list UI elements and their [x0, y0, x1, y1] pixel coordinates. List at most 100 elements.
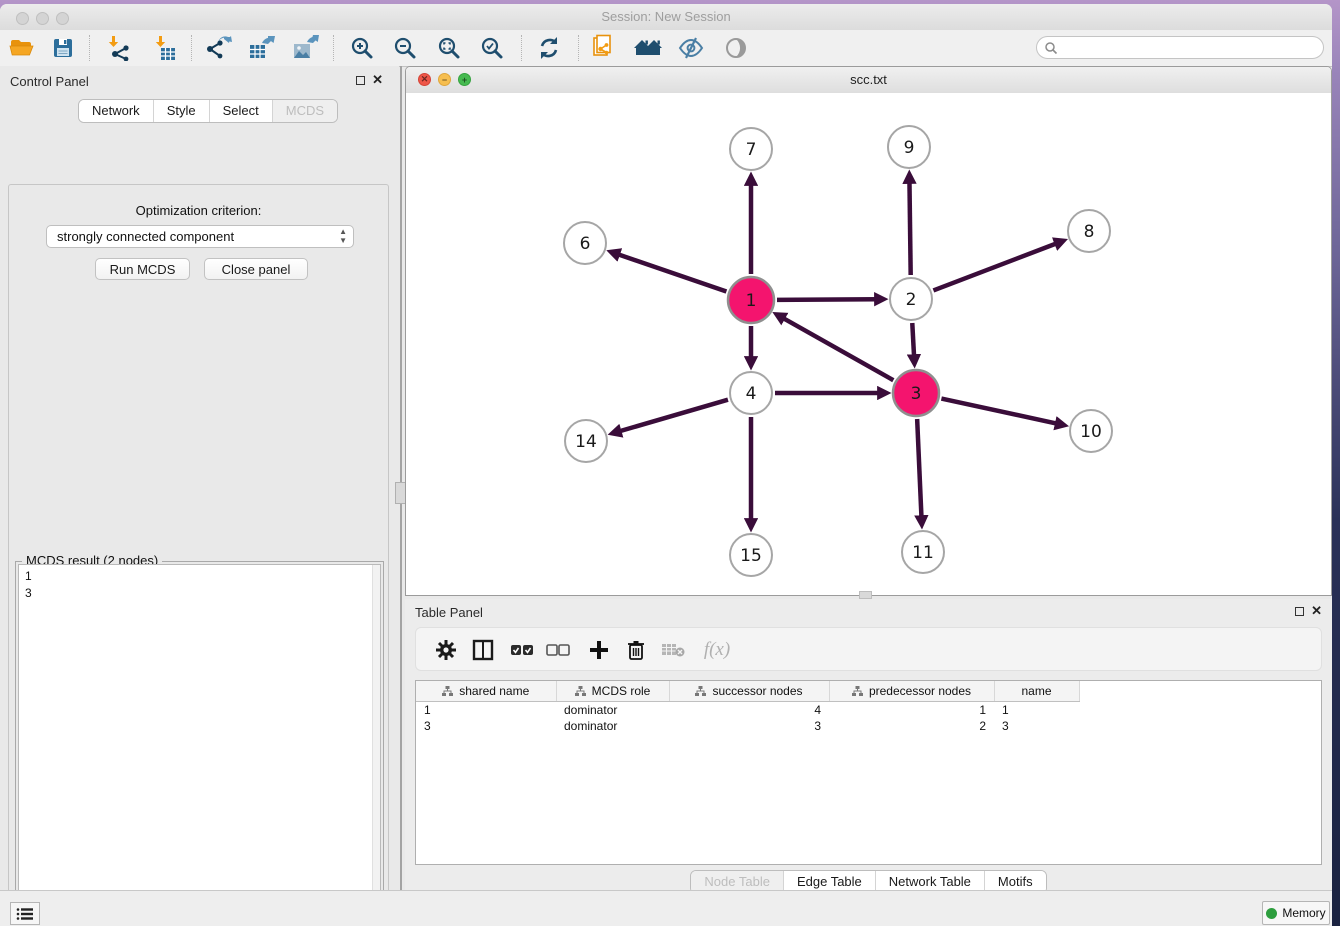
graph-node-1[interactable]: 1	[728, 277, 774, 323]
float-table-panel-icon[interactable]	[1295, 607, 1304, 616]
graph-edge-3-10[interactable]	[941, 399, 1057, 424]
gear-icon[interactable]	[432, 636, 460, 664]
table-cell[interactable]: 1	[416, 702, 556, 719]
export-image-icon[interactable]	[290, 34, 320, 62]
column-header-successor-nodes[interactable]: successor nodes	[669, 681, 829, 702]
float-panel-icon[interactable]	[356, 76, 365, 85]
graph-edge-1-6[interactable]	[617, 254, 726, 292]
graph-edge-2-9[interactable]	[909, 181, 910, 275]
network-from-file-icon[interactable]	[590, 34, 620, 62]
vertical-splitter[interactable]	[400, 66, 402, 890]
run-mcds-button[interactable]: Run MCDS	[95, 258, 190, 280]
zoom-out-icon[interactable]	[390, 34, 420, 62]
main-toolbar	[0, 30, 1332, 67]
graph-node-15[interactable]: 15	[730, 534, 772, 576]
graph-node-label: 2	[906, 290, 917, 310]
graph-edge-2-3[interactable]	[912, 323, 914, 357]
main-title-bar: Session: New Session	[0, 4, 1332, 31]
table-cell[interactable]: 3	[669, 718, 829, 734]
function-builder-icon: f(x)	[697, 636, 737, 664]
result-scrollbar[interactable]	[372, 565, 380, 926]
memory-button[interactable]: Memory	[1262, 901, 1330, 925]
mcds-tab-content: Optimization criterion: strongly connect…	[8, 184, 389, 926]
graph-edge-3-11[interactable]	[917, 419, 921, 518]
select-all-icon[interactable]	[508, 636, 536, 664]
table-cell[interactable]: dominator	[556, 718, 669, 734]
graph-edge-4-14[interactable]	[619, 400, 728, 432]
network-canvas[interactable]: 7 9 6 8 1 2 4 3 14 10 15 11	[406, 93, 1331, 595]
table-cell[interactable]: 3	[994, 718, 1079, 734]
table-cell[interactable]: 2	[829, 718, 994, 734]
memory-status-icon	[1266, 908, 1277, 919]
table-cell[interactable]: 1	[829, 702, 994, 719]
table-toolbar: f(x)	[415, 627, 1322, 671]
export-network-icon[interactable]	[203, 34, 233, 62]
horizontal-splitter-handle[interactable]	[859, 591, 872, 599]
graph-node-3[interactable]: 3	[893, 370, 939, 416]
add-row-icon[interactable]	[585, 636, 613, 664]
app-window: Session: New Session	[0, 4, 1332, 926]
show-graphics-details-icon[interactable]	[721, 34, 751, 62]
column-header-predecessor-nodes[interactable]: predecessor nodes	[829, 681, 994, 702]
tab-mcds[interactable]: MCDS	[272, 100, 337, 122]
close-panel-icon[interactable]: ✕	[372, 75, 383, 85]
network-graph[interactable]: 7 9 6 8 1 2 4 3 14 10 15 11	[406, 93, 1331, 595]
optimization-criterion-value: strongly connected component	[57, 229, 234, 244]
graph-node-label: 1	[746, 291, 757, 311]
graph-node-10[interactable]: 10	[1070, 410, 1112, 452]
tab-network[interactable]: Network	[79, 100, 153, 122]
import-table-icon[interactable]	[150, 34, 180, 62]
close-panel-button[interactable]: Close panel	[204, 258, 308, 280]
zoom-fit-icon[interactable]	[434, 34, 464, 62]
graph-edge-1-2[interactable]	[777, 299, 877, 300]
export-table-icon[interactable]	[246, 34, 276, 62]
columns-icon[interactable]	[469, 636, 497, 664]
graph-node-4[interactable]: 4	[730, 372, 772, 414]
table-row[interactable]: 1dominator411	[416, 702, 1079, 719]
table-cell[interactable]: 3	[416, 718, 556, 734]
close-table-panel-icon[interactable]: ✕	[1311, 606, 1322, 616]
save-session-icon[interactable]	[48, 34, 78, 62]
graph-node-8[interactable]: 8	[1068, 210, 1110, 252]
optimization-criterion-label: Optimization criterion:	[9, 203, 388, 218]
hierarchy-icon	[575, 686, 586, 696]
mcds-result-text[interactable]: 1 3	[18, 564, 381, 926]
graph-node-label: 9	[904, 138, 915, 158]
column-header-name[interactable]: name	[994, 681, 1079, 702]
graph-node-7[interactable]: 7	[730, 128, 772, 170]
graph-node-6[interactable]: 6	[564, 222, 606, 264]
open-session-icon[interactable]	[7, 34, 37, 62]
optimization-criterion-select[interactable]: strongly connected component ▲▼	[46, 225, 354, 248]
graph-node-14[interactable]: 14	[565, 420, 607, 462]
home-icon[interactable]	[633, 34, 663, 62]
refresh-view-icon[interactable]	[534, 34, 564, 62]
delete-row-icon[interactable]	[622, 636, 650, 664]
unselect-all-icon[interactable]	[544, 636, 572, 664]
graph-node-label: 4	[746, 384, 757, 404]
table-panel: Table Panel ✕	[405, 599, 1332, 894]
table-cell[interactable]: 4	[669, 702, 829, 719]
column-header-shared-name[interactable]: shared name	[416, 681, 556, 702]
search-input[interactable]	[1036, 36, 1324, 59]
graph-node-9[interactable]: 9	[888, 126, 930, 168]
tab-style[interactable]: Style	[153, 100, 209, 122]
tab-select[interactable]: Select	[209, 100, 272, 122]
column-header-mcds-role[interactable]: MCDS role	[556, 681, 669, 702]
graph-node-2[interactable]: 2	[890, 278, 932, 320]
zoom-in-icon[interactable]	[347, 34, 377, 62]
graph-node-11[interactable]: 11	[902, 531, 944, 573]
table-cell[interactable]: 1	[994, 702, 1079, 719]
task-history-button[interactable]	[10, 902, 40, 925]
table-cell[interactable]: dominator	[556, 702, 669, 719]
table-row[interactable]: 3dominator323	[416, 718, 1079, 734]
zoom-selected-icon[interactable]	[477, 34, 507, 62]
memory-label: Memory	[1282, 906, 1325, 920]
toolbar-separator	[521, 35, 522, 61]
graph-edge-2-8[interactable]	[933, 243, 1057, 290]
import-network-icon[interactable]	[103, 34, 133, 62]
table-panel-title: Table Panel	[415, 605, 483, 620]
hide-graphics-details-icon[interactable]	[676, 34, 706, 62]
graph-node-label: 3	[911, 384, 922, 404]
graph-edge-3-1[interactable]	[782, 318, 893, 381]
node-table[interactable]: shared name MCDS role successor nodes pr…	[415, 680, 1322, 865]
